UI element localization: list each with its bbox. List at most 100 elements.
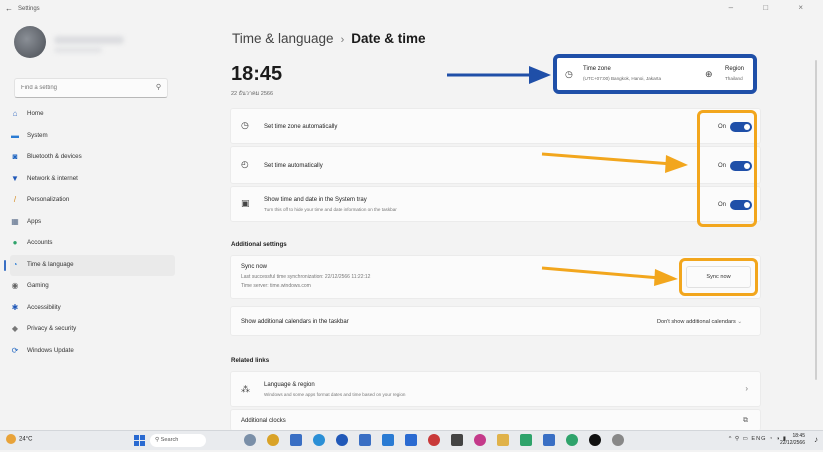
calendars-dropdown[interactable]: Don't show additional calendars ⌄ (620, 314, 750, 330)
store-app-icon[interactable] (359, 434, 371, 446)
chevron-up-icon[interactable]: ^ (729, 436, 733, 442)
chevron-right-icon: › (340, 34, 345, 46)
breadcrumb: Time & language › Date & time (232, 31, 426, 46)
sidebar-item-label: Accessibility (27, 303, 61, 311)
browser-app-icon[interactable] (336, 434, 348, 446)
taskbar-time: 18:45 (792, 433, 805, 439)
tray-label: Show time and date in the System tray (264, 197, 367, 203)
chevron-down-icon: ⌄ (737, 319, 742, 325)
sidebar-item-personalization[interactable]: / Personalization (10, 190, 175, 212)
sidebar-item-windows-update[interactable]: ⟳ Windows Update (10, 341, 175, 363)
search-icon[interactable]: ⚲ (156, 83, 161, 91)
sidebar-item-home[interactable]: ⌂ Home (10, 104, 175, 126)
widgets-app-icon[interactable] (244, 434, 256, 446)
window-title: Settings (18, 6, 40, 12)
clock-icon: ◴ (241, 159, 249, 169)
terminal-app-icon[interactable] (451, 434, 463, 446)
sidebar-item-accessibility[interactable]: ✱ Accessibility (10, 298, 175, 320)
taskbar-clock[interactable]: 18:45 22/12/2566 (780, 433, 805, 447)
tray-description: Turn this off to hide your time and date… (264, 207, 397, 212)
tz-auto-row[interactable]: ◷ Set time zone automatically On (230, 108, 761, 144)
settings-window: ← Settings – □ × ⚲ ⌂ Home ▬ System ◙ Blu… (0, 0, 823, 431)
sidebar-item-label: Network & internet (27, 174, 78, 182)
language-region-description: Windows and some apps format dates and t… (264, 392, 406, 397)
additional-clocks-title: Additional clocks (241, 418, 286, 424)
media-app-icon[interactable] (428, 434, 440, 446)
notification-bell-icon[interactable]: ♪ (814, 435, 818, 444)
weather-widget[interactable]: 24°C (6, 434, 32, 444)
taskbar-search-label: Search (160, 437, 179, 443)
shield-icon: ◆ (11, 324, 19, 333)
taskbar-search[interactable]: ⚲ Search (150, 434, 206, 447)
window-controls[interactable]: – □ × (729, 3, 817, 12)
back-arrow-icon[interactable]: ← (5, 4, 13, 13)
input-language[interactable]: ENG (751, 436, 766, 442)
sidebar-item-accounts[interactable]: ● Accounts (10, 233, 175, 255)
scrollbar[interactable] (815, 60, 817, 380)
sidebar-item-label: Windows Update (27, 346, 74, 354)
settings-search-box[interactable]: ⚲ (14, 78, 168, 98)
sidebar-nav: ⌂ Home ▬ System ◙ Bluetooth & devices ▼ … (4, 104, 175, 363)
globe-clock-icon: ◔ (12, 259, 18, 269)
tiktok-app-icon[interactable] (589, 434, 601, 446)
tray-clock-icon: ▣ (241, 198, 250, 208)
timezone-value: (UTC+07:00) Bangkok, Hanoi, Jakarta (583, 76, 662, 81)
bluetooth-icon: ◙ (12, 152, 18, 161)
sidebar-item-network[interactable]: ▼ Network & internet (10, 169, 175, 191)
sidebar-item-label: Accounts (27, 239, 53, 246)
sync-title: Sync now (241, 264, 268, 270)
region-value: Thailand (725, 76, 743, 81)
app-icon-14[interactable] (543, 434, 555, 446)
chevron-right-icon: › (745, 384, 748, 393)
system-icon: ▬ (11, 130, 19, 140)
app-icon-15[interactable] (566, 434, 578, 446)
settings-app-icon[interactable] (612, 434, 624, 446)
time-auto-label: Set time automatically (264, 163, 323, 169)
search-input[interactable] (21, 81, 146, 94)
sidebar-item-gaming[interactable]: ◉ Gaming (10, 276, 175, 298)
timezone-auto-icon: ◷ (241, 120, 249, 130)
accessibility-icon: ✱ (11, 302, 19, 312)
temperature: 24°C (19, 436, 33, 443)
sidebar-item-label: System (27, 131, 48, 139)
breadcrumb-parent[interactable]: Time & language (232, 31, 334, 46)
additional-clocks-link[interactable]: Additional clocks ⧉ (230, 409, 761, 431)
sidebar-item-label: Time & language (27, 260, 74, 268)
title-bar: ← Settings – □ × (0, 0, 823, 18)
photos-app-icon[interactable] (405, 434, 417, 446)
sidebar-item-bluetooth[interactable]: ◙ Bluetooth & devices (10, 147, 175, 169)
timezone-title: Time zone (583, 66, 611, 72)
app-icon-11[interactable] (474, 434, 486, 446)
wifi-icon: ▼ (11, 173, 19, 183)
start-button[interactable] (134, 435, 145, 446)
app-icon-12[interactable] (497, 434, 509, 446)
system-tray[interactable]: ^ ⚲ ▭ ENG ◔ ◑ ▮ (729, 436, 787, 442)
sidebar-item-system[interactable]: ▬ System (10, 126, 175, 148)
file-explorer-app-icon[interactable] (290, 434, 302, 446)
avatar[interactable] (14, 26, 46, 58)
language-icon: ⁂ (241, 384, 250, 394)
blue-arrow-annotation (447, 66, 551, 84)
sidebar-item-privacy[interactable]: ◆ Privacy & security (10, 319, 175, 341)
sidebar-item-label: Gaming (27, 282, 49, 289)
language-region-title: Language & region (264, 382, 315, 388)
timezone-region-panel: ◷ Time zone (UTC+07:00) Bangkok, Hanoi, … (553, 54, 757, 94)
taskbar-apps (244, 434, 635, 452)
page-title: Date & time (351, 31, 426, 46)
taskbar-date: 22/12/2566 (779, 440, 805, 446)
calendars-dropdown-value: Don't show additional calendars (656, 319, 736, 325)
chrome-app-icon[interactable] (267, 434, 279, 446)
sidebar-item-time-language[interactable]: ◔ Time & language (4, 254, 175, 276)
tz-auto-label: Set time zone automatically (264, 124, 338, 130)
gamepad-icon: ◉ (11, 281, 19, 290)
edge-app-icon[interactable] (313, 434, 325, 446)
current-time: 18:45 (231, 63, 283, 85)
app-icon-13[interactable] (520, 434, 532, 446)
language-region-link[interactable]: ⁂ Language & region Windows and some app… (230, 371, 761, 407)
region-title: Region (725, 66, 745, 72)
tray-row[interactable]: ▣ Show time and date in the System tray … (230, 186, 761, 222)
sync-server: Time server: time.windows.com (241, 283, 311, 289)
mail-app-icon[interactable] (382, 434, 394, 446)
sidebar-item-apps[interactable]: ▦ Apps (10, 212, 175, 234)
account-name-blurred (54, 36, 124, 44)
